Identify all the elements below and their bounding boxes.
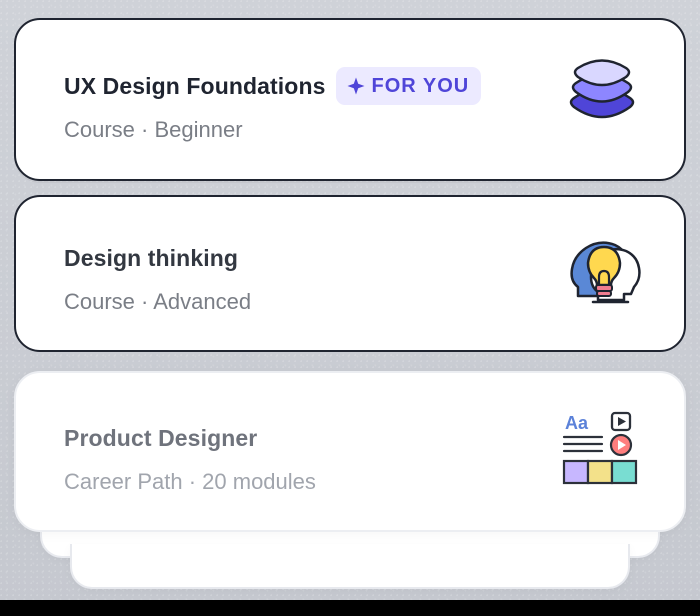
course-card-ux-design-foundations[interactable]: UX Design Foundations FOR YOU Course · B… — [14, 18, 686, 181]
screen-bottom-bar — [0, 600, 700, 616]
badge-label: FOR YOU — [371, 75, 470, 97]
idea-heads-icon — [560, 232, 648, 320]
course-title: Product Designer — [64, 424, 258, 451]
course-meta: Course · Beginner — [64, 117, 243, 142]
svg-text:Aa: Aa — [565, 413, 589, 433]
course-meta: Career Path · 20 modules — [64, 469, 316, 494]
card-title-row: UX Design Foundations FOR YOU — [64, 67, 482, 105]
for-you-badge: FOR YOU — [335, 67, 482, 105]
card-title-row: Design thinking — [64, 239, 251, 277]
career-path-card-product-designer[interactable]: Product Designer Career Path · 20 module… — [14, 371, 686, 532]
sparkle-icon — [346, 76, 366, 96]
course-meta: Course · Advanced — [64, 289, 252, 314]
card-title-row: Product Designer — [64, 419, 316, 457]
card-content: Design thinking Course · Advanced — [64, 239, 251, 313]
course-card-design-thinking[interactable]: Design thinking Course · Advanced — [14, 195, 686, 352]
layers-icon — [558, 55, 646, 143]
course-card-stack: UX Design Foundations FOR YOU Course · B… — [0, 0, 700, 616]
course-title: UX Design Foundations — [64, 72, 326, 99]
stacked-card-shadow-2 — [70, 544, 630, 589]
card-content: UX Design Foundations FOR YOU Course · B… — [64, 67, 482, 142]
content-blocks-icon: Aa — [554, 406, 642, 494]
card-content: Product Designer Career Path · 20 module… — [64, 419, 316, 493]
course-title: Design thinking — [64, 244, 238, 271]
